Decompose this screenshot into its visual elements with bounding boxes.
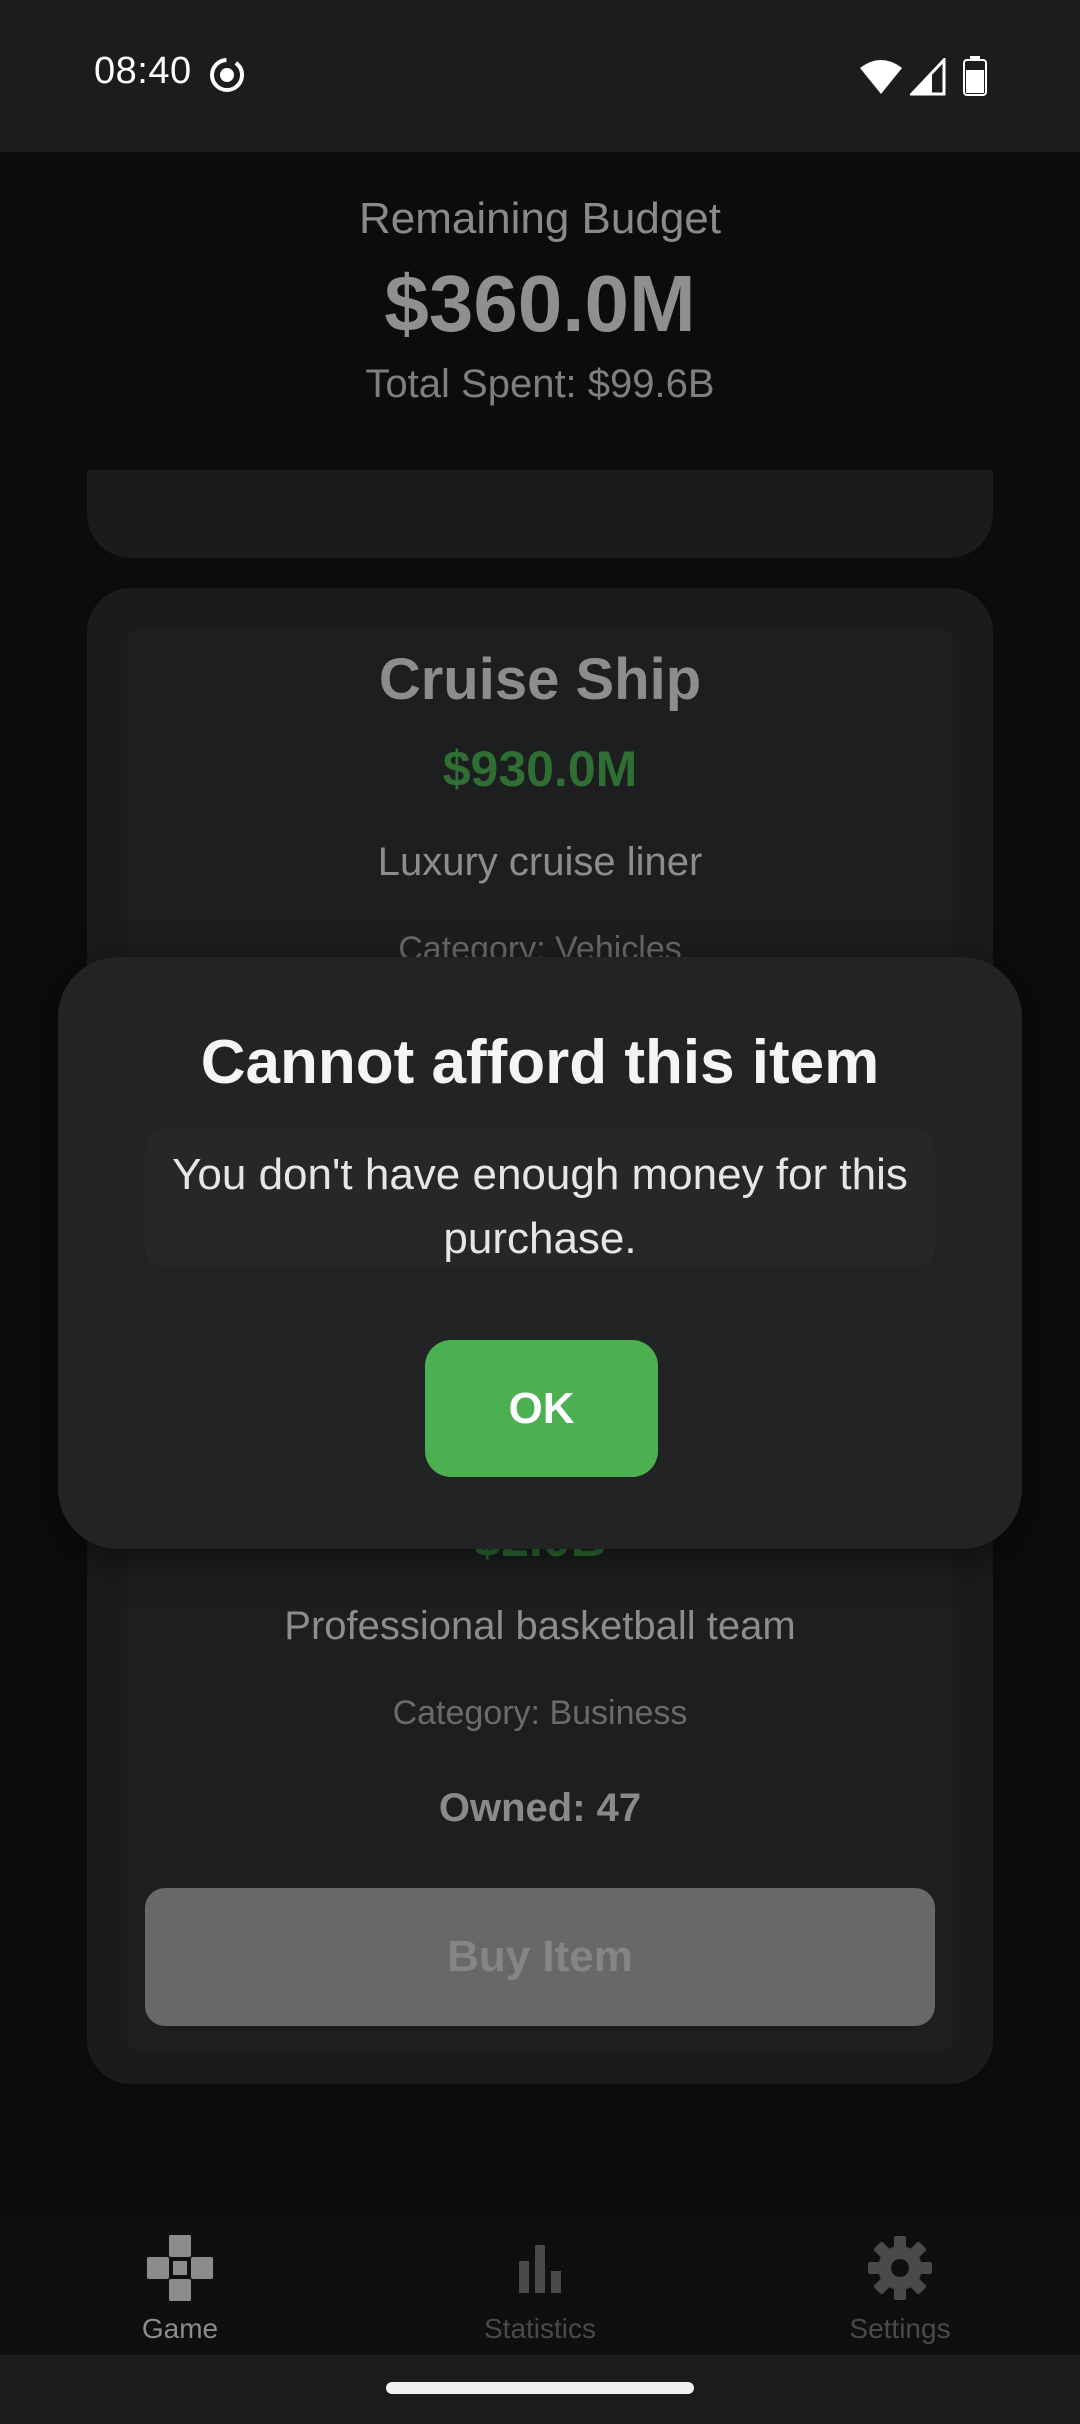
buy-item-button[interactable]: Buy Item — [145, 1888, 935, 2026]
nav-label-game: Game — [141, 2313, 219, 2344]
item-owned-count: Owned: 47 — [438, 1786, 642, 1830]
nav-item-statistics[interactable]: Statistics — [360, 2215, 720, 2355]
dialog-title: Cannot afford this item — [200, 1028, 880, 1097]
battery-icon — [963, 56, 987, 96]
total-spent: Total Spent: $99.6B — [365, 362, 715, 406]
home-indicator[interactable] — [386, 2382, 694, 2394]
item-price: $930.0M — [442, 741, 638, 797]
gear-icon — [868, 2236, 932, 2300]
dialog-message: You don't have enough money for this pur… — [172, 1150, 908, 1263]
screen-record-icon — [210, 58, 244, 92]
signal-icon — [910, 58, 946, 96]
budget-label: Remaining Budget — [358, 194, 721, 243]
previous-item-card — [87, 470, 993, 558]
nav-label-statistics: Statistics — [483, 2313, 597, 2344]
cannot-afford-dialog: Cannot afford this item You don't have e… — [58, 957, 1022, 1549]
nav-item-settings[interactable]: Settings — [720, 2215, 1080, 2355]
nav-item-game[interactable]: Game — [0, 2215, 360, 2355]
item-category: Category: Business — [392, 1694, 688, 1732]
status-time: 08:40 — [94, 50, 192, 92]
bar-chart-icon — [519, 2245, 561, 2293]
wifi-icon — [860, 60, 902, 94]
nav-label-settings: Settings — [849, 2313, 951, 2344]
item-description: Professional basketball team — [284, 1604, 796, 1648]
budget-value: $360.0M — [384, 259, 696, 348]
item-description: Luxury cruise liner — [377, 840, 703, 884]
bottom-navigation: Game Statistics Settings — [0, 2215, 1080, 2355]
ok-button[interactable]: OK — [425, 1340, 658, 1477]
item-name: Cruise Ship — [378, 647, 702, 712]
gamepad-icon — [147, 2235, 213, 2301]
